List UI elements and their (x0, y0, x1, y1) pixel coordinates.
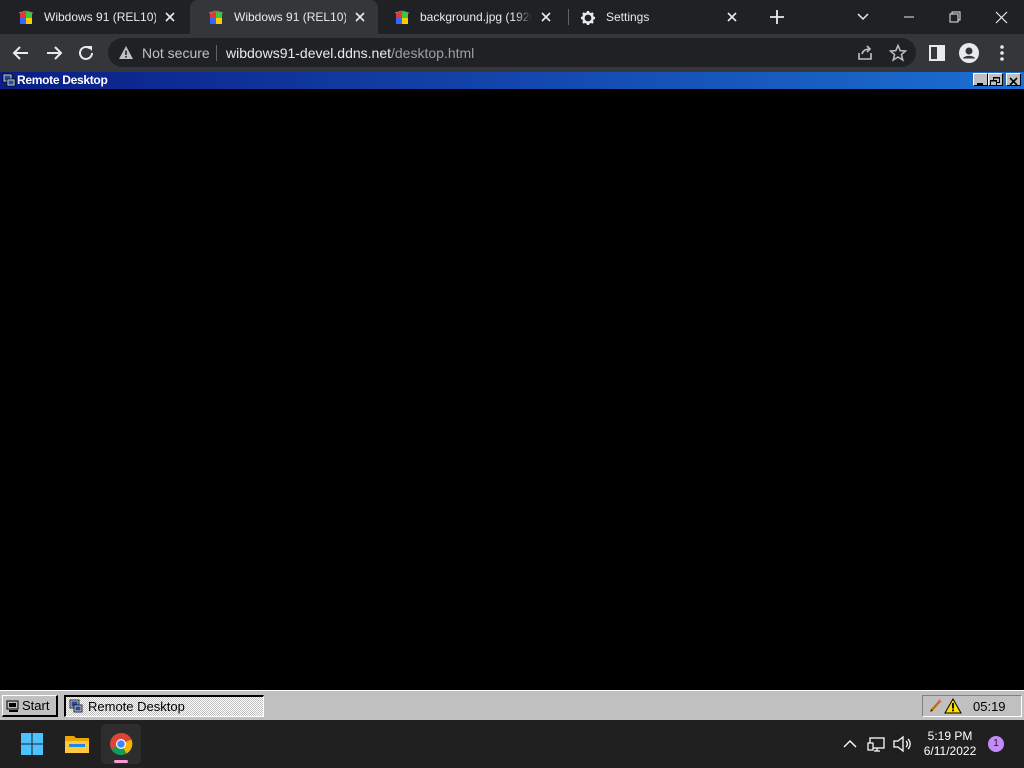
tab-search-button[interactable] (840, 0, 886, 34)
warning-icon[interactable] (944, 698, 962, 714)
url-text[interactable]: wibdows91-devel.ddns.net/desktop.html (226, 45, 474, 61)
warning-icon[interactable] (118, 45, 134, 61)
window-close-button[interactable] (1006, 73, 1021, 86)
tray-clock: 05:19 (973, 699, 1006, 714)
tab-wibdows-2[interactable]: Wibdows 91 (REL10) (190, 0, 378, 34)
file-explorer-button[interactable] (57, 724, 97, 764)
remote-desktop-titlebar[interactable]: Remote Desktop (0, 72, 1024, 89)
os-taskbar: 5:19 PM 6/11/2022 1 (0, 720, 1024, 768)
start-logo-icon (6, 700, 19, 712)
wibdows-favicon-icon (208, 10, 224, 24)
profile-button[interactable] (958, 42, 980, 64)
os-time: 5:19 PM (927, 729, 973, 743)
window-minimize-button[interactable] (973, 73, 988, 86)
back-button[interactable] (10, 42, 32, 64)
taskbar-item-remote-desktop[interactable]: Remote Desktop (64, 695, 264, 717)
taskbar-item-label: Remote Desktop (88, 699, 185, 714)
minimize-window-button[interactable] (886, 0, 932, 34)
active-app-indicator (114, 760, 128, 763)
remote-desktop-icon (69, 699, 83, 713)
tab-wibdows-1[interactable]: Wibdows 91 (REL10) (0, 0, 188, 34)
reload-button[interactable] (75, 42, 97, 64)
wibdows-favicon-icon (394, 10, 410, 24)
tab-title: Wibdows 91 (REL10) (234, 10, 346, 24)
chrome-icon (110, 732, 133, 755)
restore-icon (949, 11, 961, 23)
tab-background-jpg[interactable]: background.jpg (1920× (376, 0, 564, 34)
restore-window-button[interactable] (932, 0, 978, 34)
arrow-left-icon (12, 46, 28, 60)
remote-desktop-icon (2, 73, 16, 87)
tab-title: Settings (606, 10, 650, 24)
close-icon[interactable] (352, 9, 368, 25)
more-vertical-icon (1000, 45, 1004, 61)
close-icon[interactable] (162, 9, 178, 25)
wibdows-favicon-icon (18, 10, 34, 24)
web-page: Remote Desktop Start Remote Desktop 05:1… (0, 72, 1024, 720)
minimize-icon (904, 16, 914, 18)
chrome-taskbar-button[interactable] (101, 724, 141, 764)
star-icon[interactable] (889, 44, 907, 62)
tab-settings[interactable]: Settings (562, 0, 750, 34)
security-label[interactable]: Not secure (142, 45, 210, 61)
chrome-menu-button[interactable] (991, 42, 1013, 64)
minimize-icon (977, 83, 983, 85)
close-window-button[interactable] (978, 0, 1024, 34)
side-panel-icon (929, 45, 945, 61)
pencil-icon[interactable] (929, 699, 942, 713)
tab-title: background.jpg (1920× (420, 10, 532, 24)
new-tab-plus-icon[interactable] (766, 6, 788, 28)
remote-desktop-viewport[interactable] (0, 89, 1024, 690)
forward-button[interactable] (43, 42, 65, 64)
window-title: Remote Desktop (17, 73, 108, 87)
os-date: 6/11/2022 (923, 744, 977, 758)
url-path: /desktop.html (391, 45, 475, 61)
start-button[interactable]: Start (2, 695, 58, 717)
tab-title: Wibdows 91 (REL10) (44, 10, 156, 24)
system-tray: 05:19 (922, 695, 1022, 717)
window-restore-button[interactable] (988, 73, 1003, 86)
network-icon[interactable] (867, 734, 887, 754)
chevron-down-icon (857, 13, 869, 21)
arrow-right-icon (47, 46, 63, 60)
close-icon (995, 11, 1007, 23)
gear-icon (581, 11, 595, 25)
volume-icon[interactable] (892, 734, 912, 754)
notification-badge[interactable]: 1 (988, 736, 1004, 752)
address-separator (216, 45, 217, 61)
os-clock[interactable]: 5:19 PM 6/11/2022 (922, 729, 978, 759)
profile-avatar-icon (959, 43, 979, 63)
close-icon (1009, 77, 1018, 86)
chevron-up-icon[interactable] (840, 734, 860, 754)
share-icon[interactable] (856, 44, 874, 62)
url-host: wibdows91-devel.ddns.net (226, 45, 391, 61)
classic-taskbar: Start Remote Desktop 05:19 (0, 690, 1024, 720)
close-icon[interactable] (724, 9, 740, 25)
close-icon[interactable] (538, 9, 554, 25)
windows-start-button[interactable] (12, 724, 52, 764)
windows-logo-icon (21, 733, 43, 755)
address-bar[interactable]: Not secure wibdows91-devel.ddns.net/desk… (108, 38, 916, 67)
browser-tab-strip: Wibdows 91 (REL10) Wibdows 91 (REL10) ba… (0, 0, 1024, 34)
reload-icon (79, 45, 93, 60)
browser-toolbar: Not secure wibdows91-devel.ddns.net/desk… (0, 34, 1024, 72)
restore-icon (990, 77, 1000, 86)
start-label: Start (22, 698, 50, 713)
folder-icon (65, 736, 89, 753)
side-panel-button[interactable] (926, 42, 948, 64)
